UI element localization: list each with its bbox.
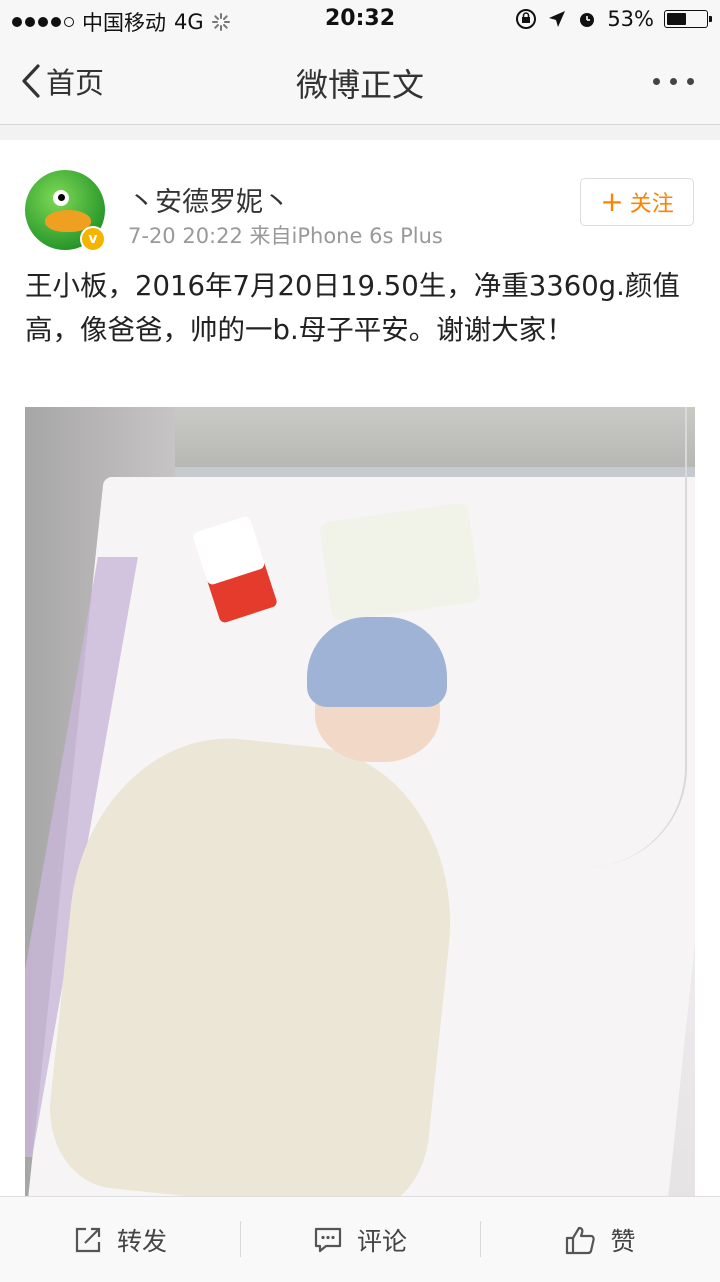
follow-label: 关注	[629, 192, 674, 217]
follow-button[interactable]: + 关注	[580, 178, 694, 226]
user-name[interactable]: 丶安德罗妮丶	[128, 180, 290, 219]
location-arrow-icon	[549, 11, 566, 27]
like-icon	[566, 1226, 596, 1254]
post-meta: 7-20 20:22 来自iPhone 6s Plus	[128, 224, 443, 248]
post-text: 王小板，2016年7月20日19.50生，净重3360g.颜值高，像爸爸，帅的一…	[25, 270, 680, 346]
comment-button[interactable]: 评论	[240, 1197, 480, 1282]
like-button[interactable]: 赞	[480, 1197, 720, 1282]
verified-badge-icon: v	[80, 226, 106, 252]
repost-label: 转发	[116, 1226, 167, 1256]
more-dots-icon[interactable]	[653, 78, 694, 85]
like-label: 赞	[610, 1226, 636, 1256]
post-card: v 丶安德罗妮丶 7-20 20:22 来自iPhone 6s Plus + 关…	[0, 140, 720, 1196]
status-right: 53%	[515, 7, 712, 31]
plus-icon: +	[600, 185, 624, 218]
status-bar: 中国移动 4G 20:32 53%	[0, 0, 720, 40]
navigation-bar: 首页 微博正文	[0, 40, 720, 125]
post-photo[interactable]	[25, 407, 695, 1196]
bottom-toolbar: 转发 评论 赞	[0, 1196, 720, 1282]
battery-icon	[664, 10, 712, 28]
comment-label: 评论	[356, 1226, 407, 1256]
battery-fill	[667, 13, 687, 25]
repost-button[interactable]: 转发	[0, 1197, 240, 1282]
battery-percent: 53%	[607, 7, 654, 31]
orientation-lock-icon	[516, 9, 537, 29]
repost-icon	[75, 1227, 101, 1252]
page-title: 微博正文	[295, 66, 424, 104]
alarm-icon	[580, 13, 595, 27]
comment-icon	[314, 1227, 342, 1252]
